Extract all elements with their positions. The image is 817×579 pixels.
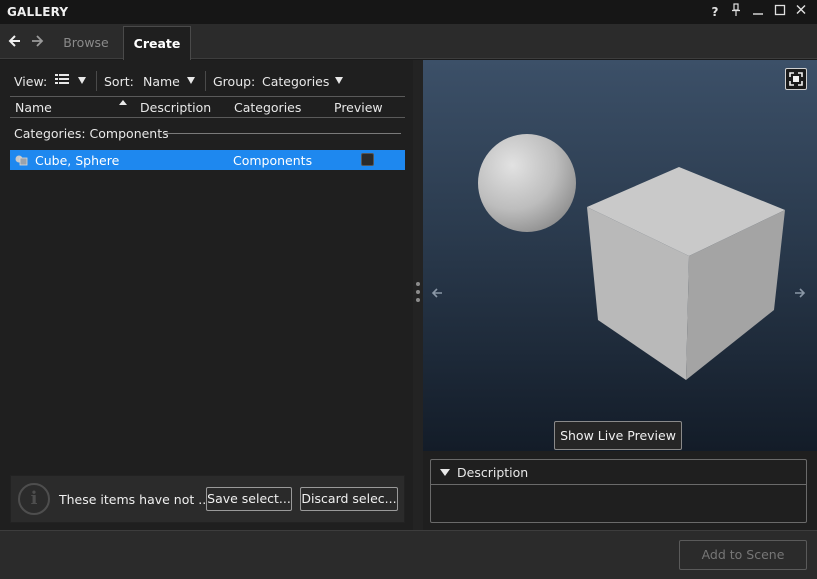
description-label: Description	[457, 465, 529, 480]
sort-label: Sort:	[104, 74, 134, 89]
minimize-icon[interactable]	[750, 3, 766, 21]
list-view-icon[interactable]	[55, 73, 69, 90]
title-bar: GALLERY ?	[0, 0, 817, 24]
column-name[interactable]: Name	[15, 100, 52, 115]
shapes-icon	[15, 154, 28, 166]
fullscreen-icon[interactable]	[785, 68, 807, 90]
help-button[interactable]: ?	[707, 3, 723, 21]
forward-arrow-icon[interactable]	[30, 33, 46, 49]
footer-bar: Add to Scene	[0, 530, 817, 579]
view-label: View:	[14, 74, 48, 89]
toolbar-divider	[96, 71, 97, 91]
add-to-scene-button[interactable]: Add to Scene	[679, 540, 807, 570]
info-icon: i	[18, 483, 50, 515]
back-arrow-icon[interactable]	[8, 33, 24, 49]
preview-panel: Show Live Preview Description	[423, 60, 817, 530]
item-name: Cube, Sphere	[35, 153, 120, 168]
sphere-shape	[478, 134, 576, 232]
group-dropdown-caret-icon[interactable]	[335, 77, 343, 84]
toolbar-divider	[205, 71, 206, 91]
group-dropdown[interactable]: Categories	[262, 74, 329, 89]
preview-checkbox[interactable]	[361, 153, 374, 166]
description-panel: Description	[430, 459, 807, 523]
tab-bar: Browse Create	[0, 24, 817, 60]
preview-render	[478, 134, 785, 380]
item-category: Components	[233, 153, 313, 168]
splitter-grip-dot	[416, 282, 420, 286]
list-item[interactable]: Cube, Sphere Components	[10, 150, 405, 170]
show-live-preview-button[interactable]: Show Live Preview	[554, 421, 682, 450]
column-description[interactable]: Description	[140, 100, 211, 115]
unsaved-info-bar: i These items have not ... Save select..…	[10, 475, 405, 523]
save-selection-button[interactable]: Save select...	[206, 487, 292, 511]
column-preview[interactable]: Preview	[334, 100, 383, 115]
view-dropdown-caret-icon[interactable]	[78, 77, 86, 84]
sort-dropdown-caret-icon[interactable]	[187, 77, 195, 84]
tab-create[interactable]: Create	[123, 26, 191, 60]
list-toolbar: View: Sort: Name Group: Categories	[10, 68, 405, 94]
description-header[interactable]: Description	[431, 460, 806, 485]
item-list-panel: View: Sort: Name Group: Categories Name …	[0, 60, 413, 530]
panel-splitter[interactable]	[413, 60, 423, 530]
preview-viewport[interactable]: Show Live Preview	[423, 60, 817, 451]
column-categories[interactable]: Categories	[234, 100, 301, 115]
close-icon[interactable]	[793, 3, 809, 21]
splitter-grip-dot	[416, 290, 420, 294]
window-title: GALLERY	[7, 5, 69, 19]
discard-selection-button[interactable]: Discard selec...	[300, 487, 398, 511]
next-arrow-icon[interactable]	[794, 287, 806, 303]
group-divider	[163, 133, 401, 134]
tab-browse[interactable]: Browse	[50, 26, 122, 59]
info-message: These items have not ...	[59, 492, 211, 507]
sort-ascending-icon[interactable]	[119, 100, 127, 105]
maximize-icon[interactable]	[772, 3, 788, 21]
splitter-grip-dot	[416, 298, 420, 302]
pin-icon[interactable]	[728, 3, 744, 21]
collapse-caret-icon[interactable]	[440, 469, 450, 476]
previous-arrow-icon[interactable]	[431, 287, 443, 303]
group-label: Group:	[213, 74, 256, 89]
group-heading: Categories: Components	[14, 126, 169, 141]
column-header: Name Description Categories Preview	[10, 96, 405, 118]
sort-dropdown[interactable]: Name	[143, 74, 180, 89]
